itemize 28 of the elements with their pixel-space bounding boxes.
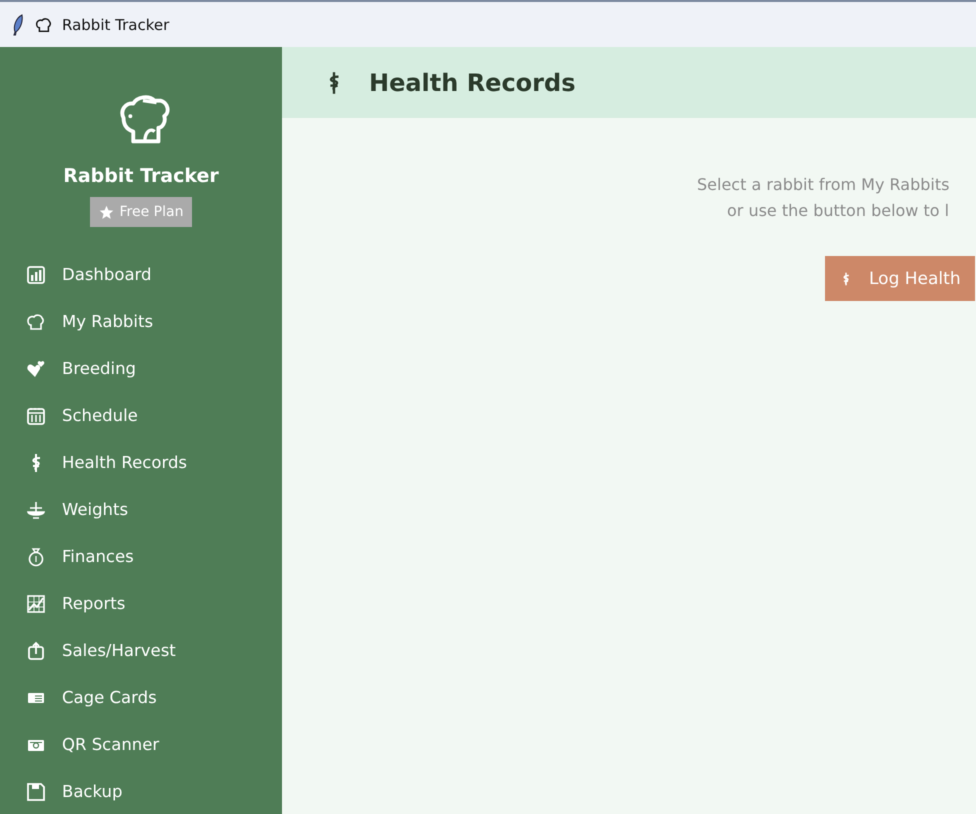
empty-state-message: or use the button below to l [727, 200, 950, 222]
feather-icon [12, 14, 24, 36]
nav-item[interactable]: Weights [0, 486, 282, 533]
nav-item[interactable]: Finances [0, 533, 282, 580]
nav-item[interactable]: Health Records [0, 439, 282, 486]
nav-item[interactable]: Cage Cards [0, 674, 282, 721]
calendar-icon [26, 406, 46, 426]
nav-item[interactable]: My Rabbits [0, 298, 282, 345]
empty-state-message: Select a rabbit from My Rabbits [697, 174, 950, 196]
nav-item[interactable]: QR Scanner [0, 721, 282, 768]
nav-item[interactable]: Dashboard [0, 251, 282, 298]
money-bag-icon [26, 546, 46, 566]
nav-item[interactable]: Breeding [0, 345, 282, 392]
hearts-icon [26, 358, 46, 378]
nav-item[interactable]: Sales/Harvest [0, 627, 282, 674]
line-graph-icon [26, 594, 46, 614]
nav-item[interactable]: Schedule [0, 392, 282, 439]
plan-label: Free Plan [120, 204, 184, 220]
page-title: Health Records [369, 68, 576, 96]
upload-box-icon [26, 640, 46, 660]
nav-item[interactable]: Backup [0, 768, 282, 814]
window-title: Rabbit Tracker [62, 16, 170, 34]
nav-item[interactable]: Reports [0, 580, 282, 627]
app-name: Rabbit Tracker [63, 165, 219, 187]
log-health-button[interactable]: Log Health [825, 256, 975, 301]
star-icon [98, 204, 114, 220]
scale-icon [26, 500, 46, 520]
bar-chart-icon [26, 264, 46, 284]
